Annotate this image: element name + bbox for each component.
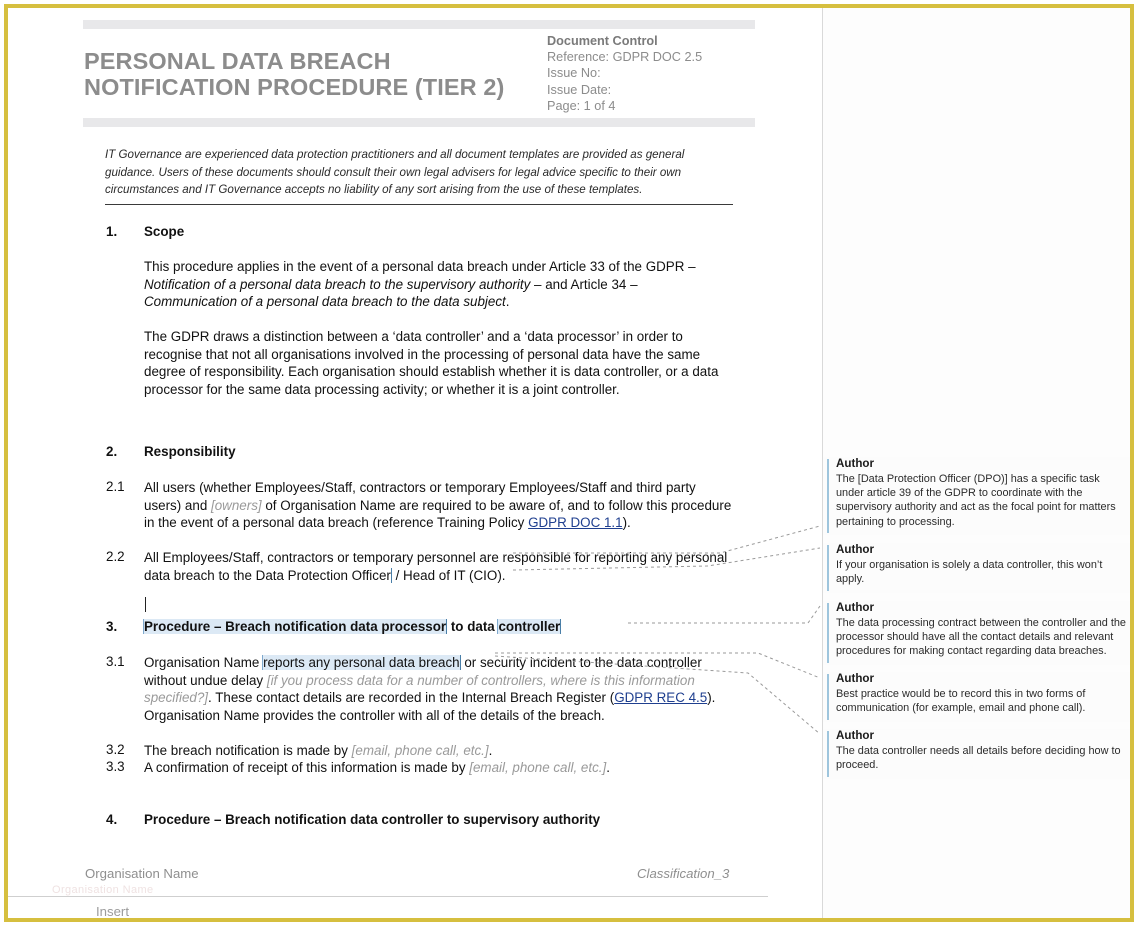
s2-1-part-c: ). — [622, 515, 631, 531]
s3-1-part-c: . These contact details are recorded in … — [208, 690, 615, 706]
clause-3-2-number: 3.2 — [106, 742, 125, 757]
s1-p1-part-b: – and Article 34 – — [530, 276, 638, 292]
s3-title-middle: to data — [447, 619, 499, 634]
text-caret — [145, 597, 146, 612]
s3-1-highlight: reports any personal data breach — [263, 655, 461, 670]
s3-2-part-b: . — [488, 743, 493, 758]
section-4-title: Procedure – Breach notification data con… — [144, 812, 601, 827]
footer-faded-line: Organisation Name — [52, 884, 154, 896]
s1-p1-part-a: This procedure applies in the event of a… — [144, 259, 696, 274]
section-1-paragraph-1: This procedure applies in the event of a… — [144, 258, 734, 311]
clause-3-3-text: A confirmation of receipt of this inform… — [144, 759, 736, 777]
s1-p1-italic-1: Notification of a personal data breach t… — [144, 276, 531, 292]
s3-2-placeholder: [email, phone call, etc.] — [351, 743, 489, 758]
window-inner: PERSONAL DATA BREACH NOTIFICATION PROCED… — [8, 8, 1130, 918]
document-control-page: Page: 1 of 4 — [547, 98, 616, 113]
s3-1-part-a: Organisation Name — [144, 655, 264, 670]
comment-body: The [Data Protection Officer (DPO)] has … — [836, 473, 1116, 528]
s3-3-placeholder: [email, phone call, etc.] — [469, 760, 607, 775]
link-gdpr-doc-1-1[interactable]: GDPR DOC 1.1 — [528, 515, 623, 530]
comment-pane[interactable]: Author The [Data Protection Officer (DPO… — [823, 8, 1130, 918]
footer-classification: Classification_3 — [637, 866, 730, 881]
footer-rule — [8, 896, 768, 897]
footer-insert: Insert © — [96, 904, 129, 922]
section-2-number: 2. — [106, 444, 118, 459]
clause-2-2-number: 2.2 — [106, 549, 125, 564]
comment-item-4[interactable]: Author Best practice would be to record … — [823, 672, 1130, 722]
document-window: PERSONAL DATA BREACH NOTIFICATION PROCED… — [4, 4, 1134, 922]
comment-author: Author — [836, 729, 874, 742]
section-1-paragraph-2: The GDPR draws a distinction between a ‘… — [144, 329, 719, 397]
disclaimer-text: IT Governance are experienced data prote… — [105, 148, 685, 196]
link-gdpr-rec-4-5[interactable]: GDPR REC 4.5 — [614, 690, 707, 705]
comment-anchor-bar — [827, 731, 829, 777]
comment-body: Best practice would be to record this in… — [836, 688, 1086, 715]
s3-2-part-a: The breach notification is made by — [144, 743, 352, 758]
section-1-number: 1. — [106, 224, 118, 239]
section-3-title: Procedure – Breach notification data pro… — [144, 619, 704, 634]
comment-item-3[interactable]: Author The data processing contract betw… — [823, 601, 1130, 665]
clause-3-1-text: Organisation Name reports any personal d… — [144, 654, 736, 724]
header-rule-bottom — [83, 118, 755, 127]
comment-item-2[interactable]: Author If your organisation is solely a … — [823, 543, 1130, 593]
footer-insert-line-1: Insert — [96, 904, 129, 919]
s2-2-part-b: / Head of IT (CIO). — [391, 567, 506, 583]
comment-author: Author — [836, 543, 874, 556]
section-1-title: Scope — [144, 224, 185, 239]
document-control-issue-date: Issue Date: — [547, 82, 612, 97]
comment-author: Author — [836, 601, 874, 614]
comment-item-1[interactable]: Author The [Data Protection Officer (DPO… — [823, 457, 1130, 535]
section-2-title: Responsibility — [144, 444, 236, 459]
comment-body: The data controller needs all details be… — [836, 745, 1121, 772]
s3-3-part-b: . — [606, 760, 610, 775]
comment-author: Author — [836, 672, 874, 685]
clause-2-1-number: 2.1 — [106, 479, 125, 494]
comment-item-5[interactable]: Author The data controller needs all det… — [823, 729, 1130, 779]
document-page[interactable]: PERSONAL DATA BREACH NOTIFICATION PROCED… — [8, 8, 822, 922]
document-control-heading: Document Control — [547, 34, 658, 48]
comment-anchor-bar — [827, 459, 829, 533]
clause-3-1-number: 3.1 — [106, 654, 125, 669]
document-control-issue-no: Issue No: — [547, 66, 601, 81]
s3-title-highlight-2: controller — [498, 619, 562, 634]
document-control-reference: Reference: GDPR DOC 2.5 — [547, 50, 703, 65]
comment-body: The data processing contract between the… — [836, 617, 1126, 658]
footer-organisation: Organisation Name — [85, 866, 199, 881]
comment-body: If your organisation is solely a data co… — [836, 559, 1103, 586]
s1-p1-italic-2: Communication of a personal data breach … — [144, 294, 506, 310]
section-4-number: 4. — [106, 812, 118, 827]
footer-insert-line-2: © — [96, 919, 129, 922]
header-rule-top — [83, 20, 755, 29]
clause-2-2-text: All Employees/Staff, contractors or temp… — [144, 549, 736, 584]
comment-anchor-bar — [827, 603, 829, 663]
disclaimer-rule — [105, 204, 733, 205]
clause-3-2-text: The breach notification is made by [emai… — [144, 742, 736, 760]
footer-template-name: Customisable PROCEDURE template v2.0 — [290, 916, 526, 918]
section-3-number: 3. — [106, 619, 118, 634]
s2-1-owners-placeholder: [owners] — [211, 497, 262, 513]
page-title: PERSONAL DATA BREACH NOTIFICATION PROCED… — [84, 48, 505, 100]
clause-3-3-number: 3.3 — [106, 759, 125, 774]
s1-p1-part-c: . — [505, 294, 510, 310]
comment-anchor-bar — [827, 674, 829, 720]
s3-title-highlight-1: Procedure – Breach notification data pro… — [144, 619, 448, 634]
comment-anchor-bar — [827, 545, 829, 591]
s3-3-part-a: A confirmation of receipt of this inform… — [144, 760, 470, 775]
document-control-block: Document Control Reference: GDPR DOC 2.5… — [547, 33, 777, 114]
clause-2-1-text: All users (whether Employees/Staff, cont… — [144, 479, 736, 532]
comment-author: Author — [836, 457, 874, 470]
